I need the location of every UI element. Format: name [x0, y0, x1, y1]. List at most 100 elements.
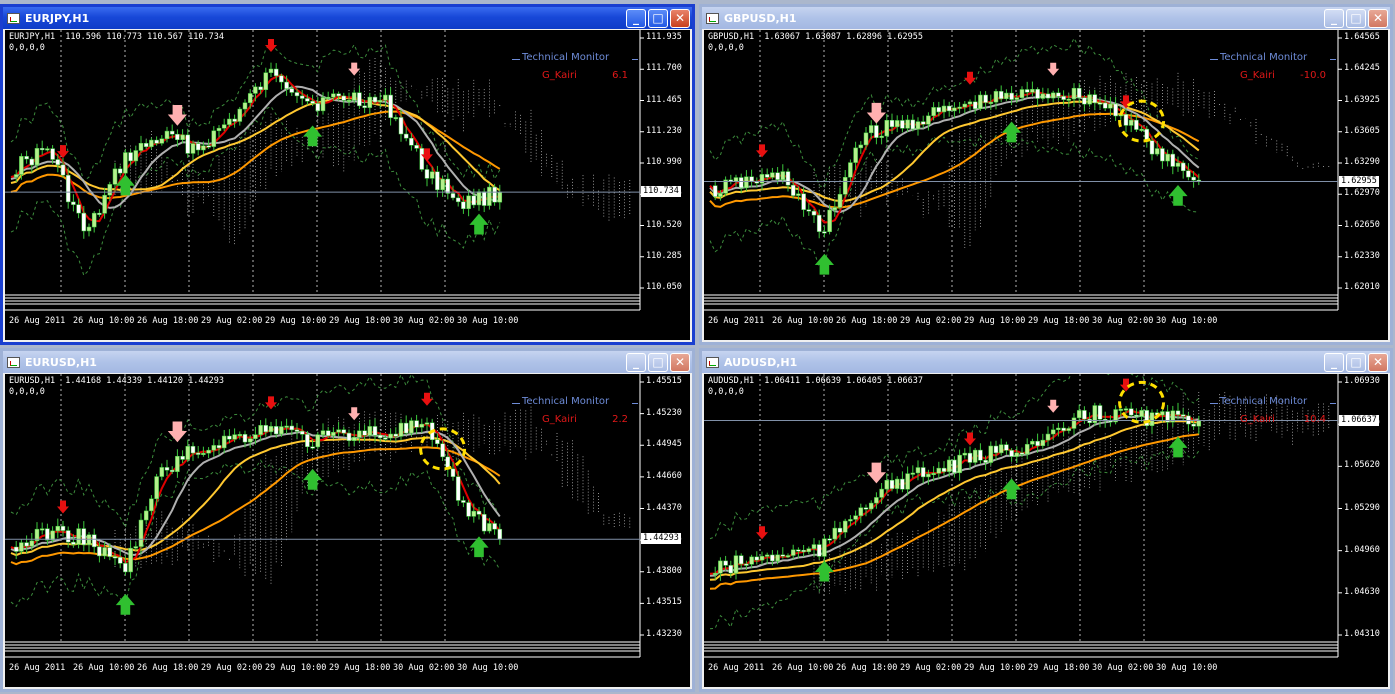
kairi-label: G_Kairi — [542, 70, 577, 81]
candle-body — [842, 520, 848, 533]
candle-body — [372, 426, 378, 436]
candle-body — [487, 186, 492, 206]
close-button[interactable]: ✕ — [670, 8, 690, 28]
candle-body — [289, 88, 295, 93]
chart-area[interactable]: 1.64565 1.64245 1.63925 1.63605 1.63290 1.629… — [704, 30, 1388, 340]
candle-body — [19, 542, 24, 552]
price-axis-label: 1.62650 — [1344, 219, 1380, 230]
candle-body — [1004, 92, 1009, 99]
candle-body — [1071, 87, 1077, 100]
candle-body — [790, 549, 796, 556]
candle-body — [868, 502, 874, 510]
candle-body — [133, 546, 139, 549]
price-axis-label: 1.43800 — [646, 565, 682, 576]
maximize-button[interactable]: □ — [1346, 352, 1366, 372]
price-axis-label: 111.465 — [646, 94, 682, 105]
chart-window-audusd[interactable]: AUDUSD,H1_□✕1.069301.062801.056201.05290… — [699, 348, 1393, 692]
chart-window-icon[interactable] — [7, 12, 20, 24]
candle-body — [853, 147, 858, 163]
time-axis-label: 26 Aug 18:00 — [137, 316, 199, 326]
maximize-button[interactable]: □ — [648, 352, 668, 372]
candle-body — [253, 434, 258, 439]
candle-body — [351, 92, 357, 101]
chart-window-icon[interactable] — [706, 12, 719, 24]
title-bar[interactable]: EURJPY,H1 _ □ ✕ — [3, 7, 692, 29]
candle-body — [65, 174, 71, 203]
minimize-button[interactable]: _ — [1324, 8, 1344, 28]
candle-body — [733, 177, 739, 182]
candle-body — [149, 498, 154, 512]
candle-body — [388, 433, 393, 439]
candle-body — [102, 547, 107, 557]
chart-area[interactable]: 1.069301.062801.056201.052901.049601.046… — [704, 374, 1388, 687]
chart-window-gbpusd[interactable]: GBPUSD,H1 _ □ ✕ 1.64565 1.64245 1.63925 1.63605… — [699, 4, 1393, 345]
price-axis-label: 1.44370 — [646, 502, 682, 513]
candle-body — [39, 148, 45, 151]
chart-window-icon[interactable] — [7, 356, 20, 368]
time-axis-label: 30 Aug 10:00 — [1156, 316, 1218, 326]
candle-body — [221, 435, 227, 449]
time-axis-label: 29 Aug 18:00 — [1028, 663, 1090, 673]
time-axis-label: 30 Aug 10:00 — [1156, 663, 1218, 673]
maximize-button[interactable]: □ — [1346, 8, 1366, 28]
candle-body — [461, 201, 466, 209]
monitor-dash-right — [632, 403, 638, 404]
chart-window-icon[interactable] — [706, 356, 719, 368]
title-bar[interactable]: GBPUSD,H1 _ □ ✕ — [702, 7, 1390, 29]
candle-body — [952, 459, 957, 474]
candle-body — [764, 174, 770, 178]
candle-body — [440, 443, 445, 458]
candle-body — [785, 171, 791, 186]
minimize-button[interactable]: _ — [626, 352, 646, 372]
kairi-label: G_Kairi — [1240, 414, 1275, 425]
candle-body — [393, 433, 399, 437]
time-axis-label: 26 Aug 18:00 — [836, 316, 898, 326]
title-bar[interactable]: EURUSD,H1 _ □ ✕ — [3, 351, 692, 373]
candle-body — [1050, 429, 1056, 435]
candle-body — [273, 68, 279, 77]
candle-body — [258, 425, 263, 435]
candle-body — [900, 120, 905, 129]
chart-area[interactable]: 1.455151.452301.449451.446601.443701.440… — [5, 374, 690, 687]
candle-body — [1035, 89, 1040, 99]
candle-body — [341, 95, 347, 101]
candle-body — [900, 478, 905, 490]
close-button[interactable]: ✕ — [1368, 352, 1388, 372]
candle-body — [1186, 170, 1191, 178]
candle-body — [978, 449, 983, 461]
price-axis-label: 1.04630 — [1344, 586, 1380, 597]
candle-body — [211, 130, 217, 147]
candle-body — [268, 68, 274, 73]
maximize-button[interactable]: □ — [648, 8, 668, 28]
buy-arrow — [1002, 478, 1022, 500]
candle-body — [718, 560, 723, 574]
minimize-button[interactable]: _ — [1324, 352, 1344, 372]
time-axis-label: 26 Aug 2011 — [708, 316, 765, 326]
sell-arrow — [756, 144, 768, 158]
candle-body — [221, 124, 227, 129]
title-bar[interactable]: AUDUSD,H1 _ □ ✕ — [702, 351, 1390, 373]
close-button[interactable]: ✕ — [1368, 8, 1388, 28]
candle-body — [905, 119, 910, 129]
minimize-button[interactable]: _ — [626, 8, 646, 28]
sell-arrow — [265, 39, 277, 53]
monitor-dash-right — [632, 59, 638, 60]
buy-arrow — [814, 253, 834, 275]
candle-body — [1160, 148, 1165, 162]
sell-arrow — [964, 71, 976, 85]
chart-window-eurjpy[interactable]: EURJPY,H1 _ □ ✕ 111.935 111.700 111.465 111.230… — [0, 4, 695, 345]
chart-window-eurusd[interactable]: EURUSD,H1 _ □ ✕ 1.45515 1.45230 1.44945 1.44660… — [0, 348, 695, 692]
candle-body — [889, 120, 895, 128]
close-button[interactable]: ✕ — [670, 352, 690, 372]
candle-body — [169, 469, 175, 472]
candle-body — [76, 204, 81, 214]
candle-body — [424, 422, 430, 425]
candle-body — [325, 96, 331, 99]
candle-body — [487, 523, 492, 532]
chart-area[interactable]: 111.935 111.700 111.465 111.230 110.990 110.7… — [5, 30, 690, 340]
candle-body — [279, 75, 284, 83]
candle-body — [383, 437, 388, 440]
candle-body — [1014, 452, 1020, 457]
candle-body — [481, 191, 487, 206]
candle-body — [1134, 414, 1139, 417]
